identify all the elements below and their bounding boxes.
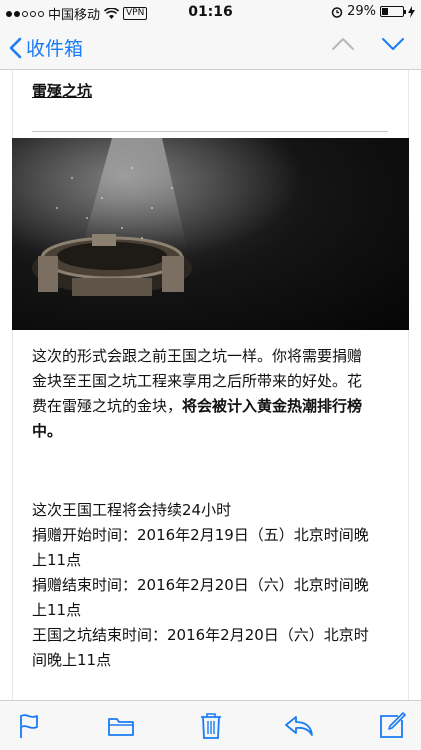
trash-icon — [201, 713, 221, 739]
paragraph-line: 中。 — [32, 419, 388, 444]
paragraph-bold-text: 将会被计入黄金热潮排行榜 — [182, 397, 363, 415]
battery-percent: 29% — [347, 4, 376, 19]
pit-end-time-text: 王国之坑结束时间：2016年2月20日（六）北京时 — [32, 626, 369, 644]
divider — [32, 131, 388, 132]
delete-button[interactable] — [196, 711, 226, 741]
next-message-button[interactable] — [381, 36, 405, 55]
compose-button[interactable] — [377, 711, 407, 741]
paragraph-bold-text: 中。 — [32, 422, 63, 440]
flag-icon — [20, 714, 38, 738]
duration-text: 这次王国工程将会持续24小时 — [32, 501, 232, 519]
paragraph-description: 这次的形式会跟之前王国之坑一样。你将需要捐赠 金块至王国之坑工程来享用之后所带来… — [32, 344, 388, 444]
status-right: 29% — [331, 4, 415, 19]
chevron-left-icon — [9, 37, 22, 58]
move-folder-button[interactable] — [106, 711, 136, 741]
chevron-down-icon — [382, 38, 404, 50]
paragraph-line: 这次的形式会跟之前王国之坑一样。你将需要捐赠 — [32, 347, 363, 365]
status-bar: 中国移动 VPN 01:16 29% — [0, 0, 421, 24]
start-time-text: 上11点 — [32, 551, 82, 569]
flag-button[interactable] — [14, 711, 44, 741]
paragraph-text: 费在雷殛之坑的金块， — [32, 397, 183, 415]
pit-end-time-text: 间晚上11点 — [32, 651, 112, 669]
email-body[interactable]: 雷殛之坑 这次的形式会跟之前王国之坑一样。你将需要捐赠 金块至王国之坑工程来享用… — [0, 70, 421, 700]
section-title: 雷殛之坑 — [32, 82, 93, 100]
message-navigation — [331, 36, 405, 55]
battery-icon — [380, 6, 406, 17]
charging-icon — [408, 5, 415, 18]
start-time-text: 捐赠开始时间：2016年2月19日（五）北京时间晚 — [32, 526, 369, 544]
paragraph-schedule: 这次王国工程将会持续24小时 捐赠开始时间：2016年2月19日（五）北京时间晚… — [32, 498, 388, 673]
paragraph-line: 金块至王国之坑工程来享用之后所带来的好处。花 — [32, 372, 363, 390]
nav-bar: 收件箱 — [0, 24, 421, 70]
reply-icon — [285, 716, 313, 736]
folder-icon — [108, 718, 134, 736]
compose-icon — [380, 712, 406, 738]
reply-button[interactable] — [284, 711, 314, 741]
bottom-toolbar — [0, 700, 421, 750]
paragraph-line: 费在雷殛之坑的金块，将会被计入黄金热潮排行榜 — [32, 394, 388, 419]
back-label: 收件箱 — [26, 38, 84, 60]
arena-illustration — [12, 138, 409, 330]
previous-message-button[interactable] — [331, 36, 355, 55]
back-button[interactable]: 收件箱 — [8, 34, 83, 61]
end-time-text: 捐赠结束时间：2016年2月20日（六）北京时间晚 — [32, 576, 369, 594]
chevron-up-icon — [332, 38, 354, 50]
banner-image — [12, 138, 409, 330]
alarm-icon — [331, 6, 343, 18]
end-time-text: 上11点 — [32, 601, 82, 619]
